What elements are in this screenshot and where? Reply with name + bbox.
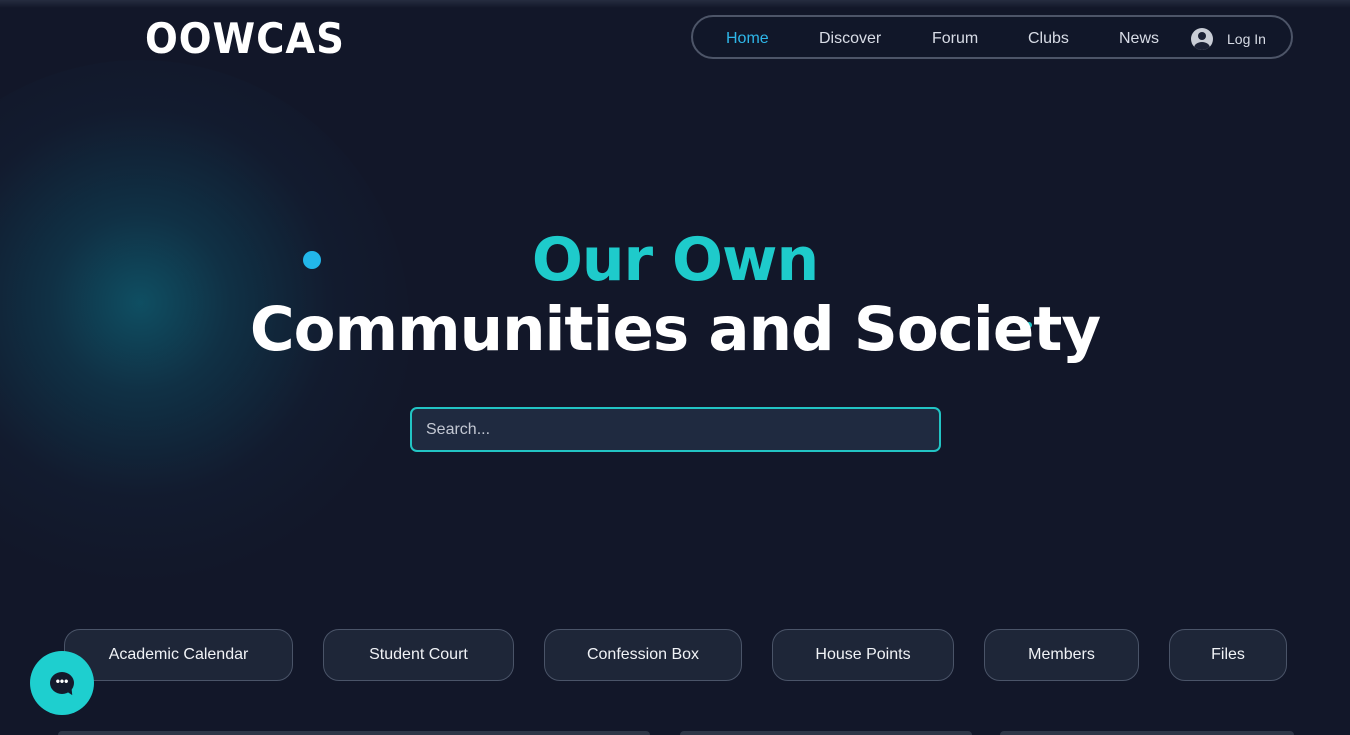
card-top-edge xyxy=(1000,731,1294,735)
chat-dots: ••• xyxy=(55,674,69,688)
nav-item-clubs[interactable]: Clubs xyxy=(1028,30,1069,48)
nav-item-discover[interactable]: Discover xyxy=(819,30,881,48)
quick-link-student-court[interactable]: Student Court xyxy=(323,629,514,681)
quick-link-academic-calendar[interactable]: Academic Calendar xyxy=(64,629,293,681)
hero-title-line1: Our Own xyxy=(531,225,819,295)
nav-item-news[interactable]: News xyxy=(1119,30,1159,48)
quick-link-members[interactable]: Members xyxy=(984,629,1139,681)
login-label: Log In xyxy=(1227,31,1266,47)
login-button[interactable]: Log In xyxy=(1191,27,1266,51)
card-top-edge xyxy=(680,731,972,735)
quick-link-house-points[interactable]: House Points xyxy=(772,629,954,681)
hero-title-line2: Communities and Society xyxy=(249,294,1101,365)
card-top-edge xyxy=(58,731,650,735)
main-nav: Home Discover Forum Clubs News Log In xyxy=(691,15,1293,59)
quick-link-confession-box[interactable]: Confession Box xyxy=(544,629,742,681)
quick-link-files[interactable]: Files xyxy=(1169,629,1287,681)
chat-button[interactable]: ••• xyxy=(30,651,94,715)
page: OOWCAS Home Discover Forum Clubs News Lo… xyxy=(0,0,1350,735)
user-avatar-icon xyxy=(1191,28,1213,50)
search-input[interactable] xyxy=(410,407,941,452)
top-shadow xyxy=(0,0,1350,8)
nav-item-home[interactable]: Home xyxy=(726,30,769,48)
nav-item-forum[interactable]: Forum xyxy=(932,30,978,48)
site-logo[interactable]: OOWCAS xyxy=(145,14,345,63)
